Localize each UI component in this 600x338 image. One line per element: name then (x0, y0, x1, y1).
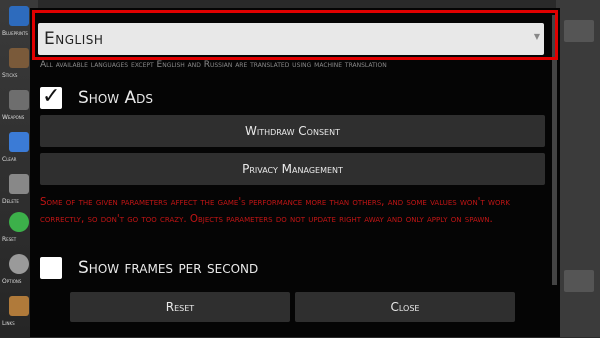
reset-icon (9, 212, 29, 232)
show-fps-checkbox[interactable] (40, 257, 62, 279)
show-fps-label: Show frames per second (78, 258, 259, 278)
dropdown-arrow-icon: ▼ (533, 32, 540, 41)
sticks-icon (9, 48, 29, 68)
broom-icon (9, 132, 29, 152)
box-icon (9, 296, 29, 316)
withdraw-consent-button[interactable]: Withdraw Consent (40, 115, 545, 147)
language-selected-value: English (44, 29, 104, 49)
close-button[interactable]: Close (295, 292, 515, 322)
language-select[interactable]: English ▼ (38, 23, 544, 55)
show-ads-checkbox[interactable]: ✓ (40, 84, 62, 109)
show-ads-label: Show Ads (78, 88, 154, 108)
privacy-management-button[interactable]: Privacy Management (40, 153, 545, 185)
language-note: All available languages except English a… (40, 60, 387, 70)
performance-warning: Some of the given parameters affect the … (40, 196, 510, 225)
reset-button[interactable]: Reset (70, 292, 290, 322)
checkmark-icon: ✓ (42, 84, 61, 109)
gear-icon (9, 254, 29, 274)
panel-slot (564, 270, 594, 292)
panel-slot (564, 20, 594, 42)
game-right-panel (556, 0, 600, 337)
weapon-icon (9, 90, 29, 110)
blueprint-icon (9, 6, 29, 26)
delete-icon (9, 174, 29, 194)
